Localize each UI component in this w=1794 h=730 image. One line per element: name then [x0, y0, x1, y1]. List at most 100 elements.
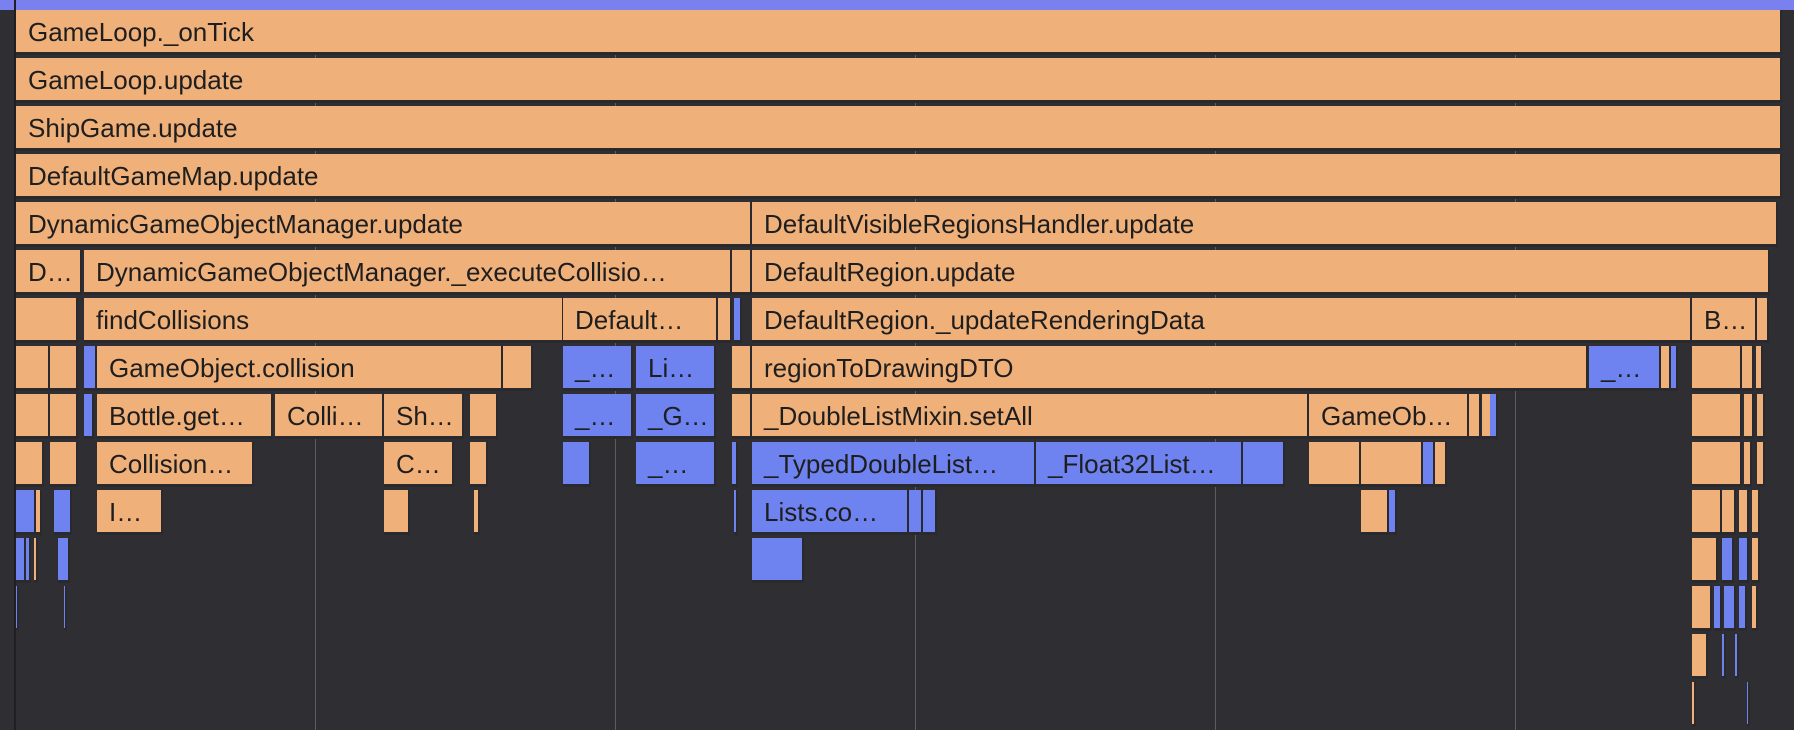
frame-unlabeled[interactable]	[1722, 634, 1726, 679]
frame-unlabeled[interactable]	[718, 298, 732, 343]
frame-sh[interactable]: Sh…	[384, 394, 464, 439]
frame-unlabeled[interactable]	[1735, 634, 1739, 679]
frame-unlabeled[interactable]	[16, 346, 50, 391]
frame-unlabeled[interactable]	[1692, 346, 1742, 391]
frame-b[interactable]: B…	[1692, 298, 1757, 343]
frame-unlabeled[interactable]	[1692, 586, 1712, 631]
frame-defaultvisibleregionshandler-update[interactable]: DefaultVisibleRegionsHandler.update	[752, 202, 1778, 247]
frame-colli[interactable]: Colli…	[275, 394, 384, 439]
frame-unlabeled[interactable]	[1692, 394, 1742, 439]
frame-frame[interactable]: _…	[1589, 346, 1661, 391]
frame-unlabeled[interactable]	[16, 394, 50, 439]
frame-unlabeled[interactable]	[50, 394, 78, 439]
frame-regiontodrawingdto[interactable]: regionToDrawingDTO	[752, 346, 1588, 391]
frame-unlabeled[interactable]	[1756, 346, 1763, 391]
frame-unlabeled[interactable]	[1739, 586, 1747, 631]
frame-unlabeled[interactable]	[470, 442, 488, 487]
frame-unlabeled[interactable]	[1714, 586, 1722, 631]
frame-dynamicgameobjectmanager-executecollisio[interactable]: DynamicGameObjectManager._executeCollisi…	[84, 250, 732, 295]
frame-unlabeled[interactable]	[50, 442, 78, 487]
frame-unlabeled[interactable]	[1692, 682, 1696, 727]
frame-unlabeled[interactable]	[16, 490, 36, 535]
frame-i[interactable]: I…	[97, 490, 163, 535]
frame-unlabeled[interactable]	[1757, 442, 1765, 487]
frame-unlabeled[interactable]	[1361, 490, 1389, 535]
frame-unlabeled[interactable]	[84, 346, 97, 391]
frame-unlabeled[interactable]	[923, 490, 937, 535]
frame-unlabeled[interactable]	[50, 346, 78, 391]
frame-unlabeled[interactable]	[1423, 442, 1435, 487]
frame-g[interactable]: _G…	[636, 394, 716, 439]
frame-unlabeled[interactable]	[1435, 442, 1447, 487]
frame-unlabeled[interactable]	[16, 538, 26, 583]
frame-gameob[interactable]: GameOb…	[1309, 394, 1469, 439]
timeline-overview-bar[interactable]	[0, 0, 1794, 10]
frame-unlabeled[interactable]	[474, 490, 480, 535]
frame-unlabeled[interactable]	[1752, 538, 1760, 583]
frame-bottle-get[interactable]: Bottle.get…	[97, 394, 273, 439]
frame-lists-co[interactable]: Lists.co…	[752, 490, 909, 535]
frame-unlabeled[interactable]	[34, 538, 38, 583]
frame-unlabeled[interactable]	[470, 394, 498, 439]
frame-unlabeled[interactable]	[732, 346, 752, 391]
frame-unlabeled[interactable]	[16, 442, 44, 487]
frame-unlabeled[interactable]	[58, 538, 70, 583]
frame-unlabeled[interactable]	[732, 250, 752, 295]
frame-unlabeled[interactable]	[732, 442, 738, 487]
frame-unlabeled[interactable]	[1739, 490, 1749, 535]
frame-unlabeled[interactable]	[1692, 442, 1742, 487]
frame-unlabeled[interactable]	[1744, 442, 1752, 487]
frame-defaultregion-update[interactable]: DefaultRegion.update	[752, 250, 1770, 295]
frame-defaultgamemap-update[interactable]: DefaultGameMap.update	[16, 154, 1782, 199]
frame-li[interactable]: Li…	[636, 346, 716, 391]
frame-frame[interactable]: _…	[563, 394, 633, 439]
frame-unlabeled[interactable]	[1692, 538, 1718, 583]
frame-unlabeled[interactable]	[1389, 490, 1397, 535]
frame-typeddoublelist[interactable]: _TypedDoubleList…	[752, 442, 1036, 487]
frame-unlabeled[interactable]	[1739, 538, 1749, 583]
frame-unlabeled[interactable]	[563, 442, 591, 487]
frame-c[interactable]: C…	[384, 442, 454, 487]
frame-unlabeled[interactable]	[1361, 442, 1423, 487]
frame-shipgame-update[interactable]: ShipGame.update	[16, 106, 1782, 151]
frame-dynamicgameobjectmanager-update[interactable]: DynamicGameObjectManager.update	[16, 202, 752, 247]
frame-float32list[interactable]: _Float32List…	[1036, 442, 1243, 487]
frame-unlabeled[interactable]	[64, 586, 67, 631]
frame-frame[interactable]: _…	[636, 442, 716, 487]
frame-d[interactable]: D…	[16, 250, 82, 295]
frame-unlabeled[interactable]	[26, 538, 31, 583]
frame-unlabeled[interactable]	[1724, 586, 1736, 631]
frame-unlabeled[interactable]	[1757, 394, 1765, 439]
frame-unlabeled[interactable]	[1742, 346, 1754, 391]
frame-unlabeled[interactable]	[1722, 538, 1734, 583]
frame-unlabeled[interactable]	[36, 490, 42, 535]
frame-collision[interactable]: Collision…	[97, 442, 254, 487]
frame-unlabeled[interactable]	[1671, 346, 1678, 391]
frame-defaultregion-updaterenderingdata[interactable]: DefaultRegion._updateRenderingData	[752, 298, 1692, 343]
frame-unlabeled[interactable]	[734, 298, 742, 343]
frame-unlabeled[interactable]	[1661, 346, 1671, 391]
frame-unlabeled[interactable]	[1243, 442, 1285, 487]
frame-unlabeled[interactable]	[503, 346, 533, 391]
frame-unlabeled[interactable]	[1744, 394, 1754, 439]
frame-unlabeled[interactable]	[1309, 442, 1361, 487]
frame-unlabeled[interactable]	[54, 490, 72, 535]
frame-unlabeled[interactable]	[1490, 394, 1498, 439]
frame-findcollisions[interactable]: findCollisions	[84, 298, 564, 343]
frame-unlabeled[interactable]	[1469, 394, 1481, 439]
frame-unlabeled[interactable]	[732, 394, 752, 439]
frame-unlabeled[interactable]	[84, 394, 94, 439]
frame-unlabeled[interactable]	[16, 298, 78, 343]
frame-gameloop-update[interactable]: GameLoop.update	[16, 58, 1782, 103]
frame-unlabeled[interactable]	[909, 490, 923, 535]
frame-unlabeled[interactable]	[1757, 298, 1769, 343]
frame-unlabeled[interactable]	[752, 538, 804, 583]
frame-unlabeled[interactable]	[1692, 634, 1708, 679]
frame-unlabeled[interactable]	[1747, 682, 1750, 727]
frame-unlabeled[interactable]	[384, 490, 410, 535]
frame-unlabeled[interactable]	[16, 586, 19, 631]
frame-unlabeled[interactable]	[1692, 490, 1722, 535]
frame-gameloop-ontick[interactable]: GameLoop._onTick	[16, 10, 1782, 55]
frame-unlabeled[interactable]	[1752, 586, 1758, 631]
frame-default[interactable]: Default…	[563, 298, 718, 343]
